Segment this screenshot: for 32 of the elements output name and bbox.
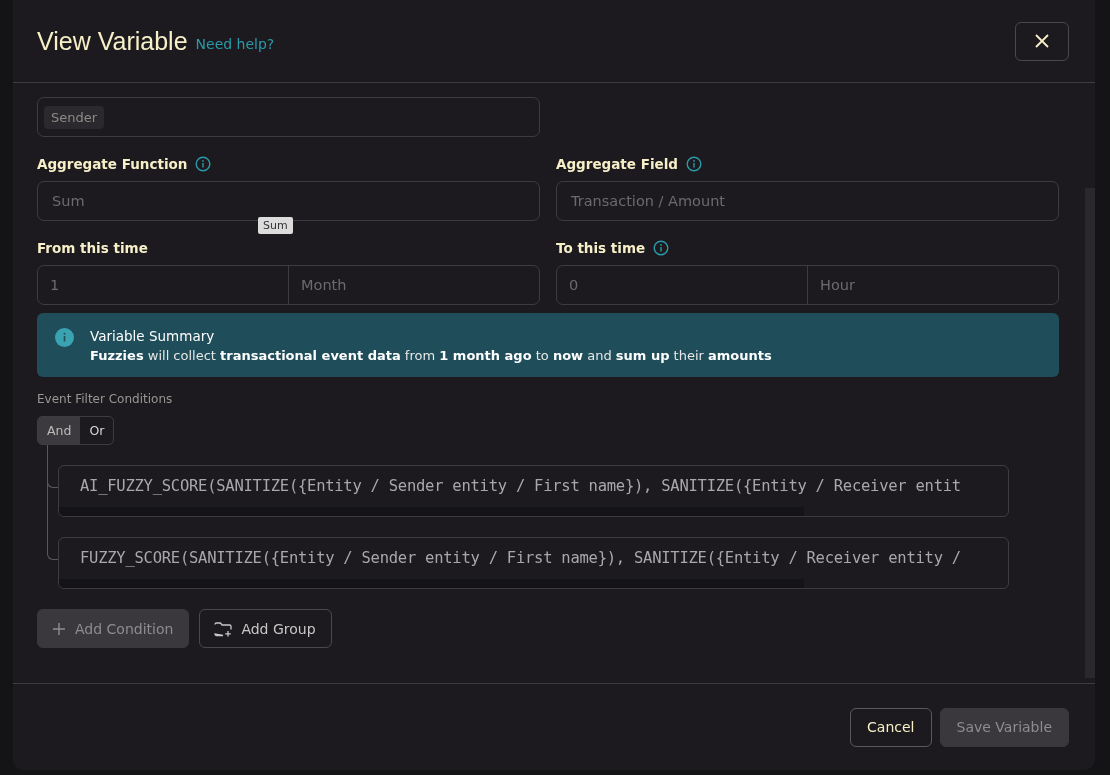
select-field[interactable]: Transaction / Amount bbox=[556, 181, 1059, 221]
field-label: To this time bbox=[556, 240, 646, 256]
scrollbar[interactable] bbox=[59, 507, 804, 516]
operator-tab[interactable]: And bbox=[38, 417, 81, 444]
condition-expression: AI_FUZZY_SCORE(SANITIZE({Entity / Sender entity / First name}), SANITIZE({Entity / Receiver entit bbox=[80, 477, 961, 495]
field-label: Aggregate Field bbox=[556, 156, 678, 172]
select-field[interactable]: Sum bbox=[37, 181, 540, 221]
close-icon bbox=[1035, 34, 1049, 48]
info-icon bbox=[195, 156, 212, 172]
help-link[interactable]: Need help? bbox=[195, 36, 275, 52]
scrollbar[interactable] bbox=[59, 579, 804, 588]
summary-text: Fuzzies will collect transactional event data from 1 month ago to now and sum up their amounts bbox=[90, 348, 772, 363]
section-label: Event Filter Conditions bbox=[37, 392, 174, 406]
condition-expression: FUZZY_SCORE(SANITIZE({Entity / Sender entity / First name}), SANITIZE({Entity / Receiver entity / bbox=[80, 549, 961, 567]
field-label: From this time bbox=[37, 240, 148, 256]
summary-title: Variable Summary bbox=[90, 328, 216, 344]
dialog-title: View Variable bbox=[37, 26, 188, 56]
condition-box[interactable]: AI_FUZZY_SCORE(SANITIZE({Entity / Sender entity / First name}), SANITIZE({Entity / Receiver entit bbox=[58, 465, 1009, 517]
info-icon bbox=[55, 328, 74, 347]
folder-plus-icon bbox=[214, 620, 233, 637]
cancel-button[interactable]: Cancel bbox=[850, 707, 932, 747]
close-button[interactable] bbox=[1015, 21, 1069, 61]
add-group-button[interactable]: Add Group bbox=[199, 609, 332, 648]
info-icon bbox=[653, 240, 670, 256]
info-icon bbox=[685, 156, 702, 172]
group-by-field[interactable]: Sender bbox=[37, 97, 540, 137]
plus-icon bbox=[52, 621, 66, 636]
operator-tab[interactable]: Or bbox=[80, 417, 114, 444]
tooltip: Sum bbox=[258, 217, 293, 234]
tag: Sender bbox=[44, 105, 105, 129]
field-label: Aggregate Function bbox=[37, 156, 188, 172]
condition-box[interactable]: FUZZY_SCORE(SANITIZE({Entity / Sender entity / First name}), SANITIZE({Entity / Receiver entity / bbox=[58, 537, 1009, 589]
